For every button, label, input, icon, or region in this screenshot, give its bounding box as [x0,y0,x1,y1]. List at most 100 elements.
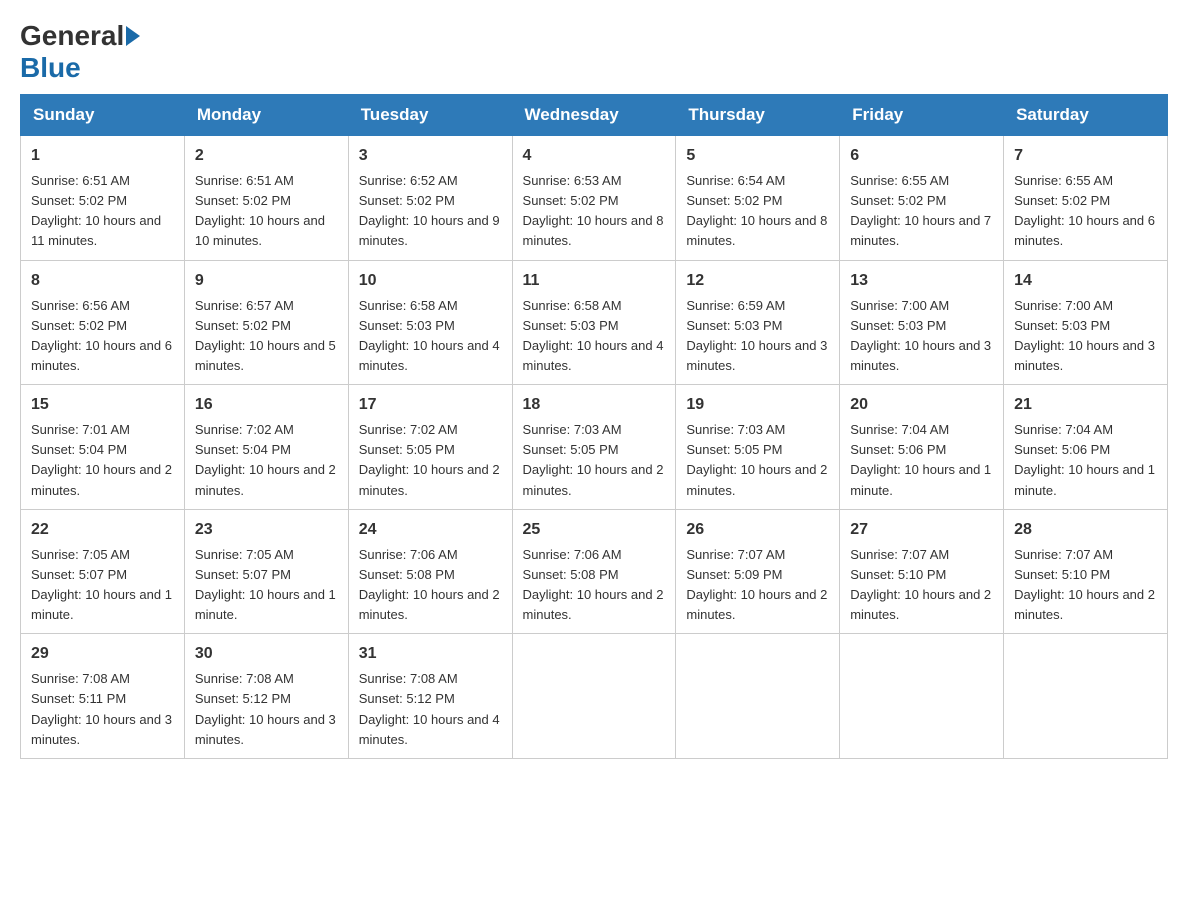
day-number: 22 [31,518,174,542]
calendar-cell: 22 Sunrise: 7:05 AMSunset: 5:07 PMDayligh… [21,509,185,634]
day-info: Sunrise: 7:04 AMSunset: 5:06 PMDaylight:… [850,420,993,501]
calendar-cell: 9Sunrise: 6:57 AMSunset: 5:02 PMDaylight… [184,260,348,385]
calendar-cell: 1 Sunrise: 6:51 AMSunset: 5:02 PMDaylight… [21,136,185,261]
day-info: Sunrise: 7:06 AMSunset: 5:08 PMDaylight:… [359,545,502,626]
day-number: 3 [359,144,502,168]
day-info: Sunrise: 6:59 AMSunset: 5:03 PMDaylight:… [686,296,829,377]
calendar-cell: 29 Sunrise: 7:08 AMSunset: 5:11 PMDayligh… [21,634,185,759]
calendar-cell [512,634,676,759]
day-number: 5 [686,144,829,168]
calendar-cell: 23 Sunrise: 7:05 AMSunset: 5:07 PMDayligh… [184,509,348,634]
calendar-cell: 19Sunrise: 7:03 AMSunset: 5:05 PMDayligh… [676,385,840,510]
day-info: Sunrise: 7:05 AMSunset: 5:07 PMDaylight:… [31,545,174,626]
day-number: 27 [850,518,993,542]
day-number: 31 [359,642,502,666]
calendar-week-5: 29 Sunrise: 7:08 AMSunset: 5:11 PMDayligh… [21,634,1168,759]
day-number: 30 [195,642,338,666]
calendar-cell [840,634,1004,759]
calendar-cell: 6Sunrise: 6:55 AMSunset: 5:02 PMDaylight… [840,136,1004,261]
day-info: Sunrise: 7:08 AMSunset: 5:12 PMDaylight:… [359,669,502,750]
day-info: Sunrise: 7:07 AMSunset: 5:10 PMDaylight:… [1014,545,1157,626]
day-info: Sunrise: 7:02 AMSunset: 5:05 PMDaylight:… [359,420,502,501]
day-info: Sunrise: 6:55 AMSunset: 5:02 PMDaylight:… [1014,171,1157,252]
calendar-cell: 17 Sunrise: 7:02 AMSunset: 5:05 PMDayligh… [348,385,512,510]
col-header-monday: Monday [184,95,348,136]
calendar-week-1: 1 Sunrise: 6:51 AMSunset: 5:02 PMDaylight… [21,136,1168,261]
day-number: 26 [686,518,829,542]
calendar-cell: 25 Sunrise: 7:06 AMSunset: 5:08 PMDayligh… [512,509,676,634]
day-info: Sunrise: 7:07 AMSunset: 5:10 PMDaylight:… [850,545,993,626]
calendar-cell: 16 Sunrise: 7:02 AMSunset: 5:04 PMDayligh… [184,385,348,510]
day-info: Sunrise: 6:52 AMSunset: 5:02 PMDaylight:… [359,171,502,252]
day-number: 21 [1014,393,1157,417]
day-info: Sunrise: 6:51 AMSunset: 5:02 PMDaylight:… [31,171,174,252]
calendar-cell: 26 Sunrise: 7:07 AMSunset: 5:09 PMDayligh… [676,509,840,634]
calendar-cell: 12 Sunrise: 6:59 AMSunset: 5:03 PMDayligh… [676,260,840,385]
calendar-cell: 5 Sunrise: 6:54 AMSunset: 5:02 PMDaylight… [676,136,840,261]
calendar-cell [676,634,840,759]
day-number: 4 [523,144,666,168]
calendar-cell: 13 Sunrise: 7:00 AMSunset: 5:03 PMDayligh… [840,260,1004,385]
calendar-cell: 20 Sunrise: 7:04 AMSunset: 5:06 PMDayligh… [840,385,1004,510]
day-info: Sunrise: 7:06 AMSunset: 5:08 PMDaylight:… [523,545,666,626]
logo-arrow-icon [126,26,140,46]
day-number: 13 [850,269,993,293]
day-number: 20 [850,393,993,417]
day-info: Sunrise: 7:01 AMSunset: 5:04 PMDaylight:… [31,420,174,501]
logo: General Blue [20,20,142,84]
day-info: Sunrise: 6:51 AMSunset: 5:02 PMDaylight:… [195,171,338,252]
calendar-cell: 15 Sunrise: 7:01 AMSunset: 5:04 PMDayligh… [21,385,185,510]
calendar-cell: 24 Sunrise: 7:06 AMSunset: 5:08 PMDayligh… [348,509,512,634]
calendar-cell [1004,634,1168,759]
day-info: Sunrise: 7:08 AMSunset: 5:12 PMDaylight:… [195,669,338,750]
day-info: Sunrise: 6:56 AMSunset: 5:02 PMDaylight:… [31,296,174,377]
logo-blue-text: Blue [20,52,81,84]
calendar-cell: 11Sunrise: 6:58 AMSunset: 5:03 PMDayligh… [512,260,676,385]
col-header-tuesday: Tuesday [348,95,512,136]
day-number: 1 [31,144,174,168]
day-info: Sunrise: 6:57 AMSunset: 5:02 PMDaylight:… [195,296,338,377]
day-number: 24 [359,518,502,542]
day-number: 6 [850,144,993,168]
day-number: 11 [523,269,666,293]
day-number: 23 [195,518,338,542]
calendar-cell: 31 Sunrise: 7:08 AMSunset: 5:12 PMDayligh… [348,634,512,759]
day-number: 8 [31,269,174,293]
calendar-week-3: 15 Sunrise: 7:01 AMSunset: 5:04 PMDayligh… [21,385,1168,510]
day-number: 15 [31,393,174,417]
day-number: 17 [359,393,502,417]
day-info: Sunrise: 7:03 AMSunset: 5:05 PMDaylight:… [523,420,666,501]
day-number: 25 [523,518,666,542]
calendar-header-row: SundayMondayTuesdayWednesdayThursdayFrid… [21,95,1168,136]
calendar-cell: 28Sunrise: 7:07 AMSunset: 5:10 PMDayligh… [1004,509,1168,634]
day-info: Sunrise: 7:07 AMSunset: 5:09 PMDaylight:… [686,545,829,626]
page-header: General Blue [20,20,1168,84]
calendar-week-2: 8 Sunrise: 6:56 AMSunset: 5:02 PMDaylight… [21,260,1168,385]
day-info: Sunrise: 6:53 AMSunset: 5:02 PMDaylight:… [523,171,666,252]
calendar-cell: 2Sunrise: 6:51 AMSunset: 5:02 PMDaylight… [184,136,348,261]
calendar-week-4: 22 Sunrise: 7:05 AMSunset: 5:07 PMDayligh… [21,509,1168,634]
day-info: Sunrise: 7:00 AMSunset: 5:03 PMDaylight:… [850,296,993,377]
day-number: 7 [1014,144,1157,168]
logo-general-text: General [20,20,124,52]
calendar-cell: 18 Sunrise: 7:03 AMSunset: 5:05 PMDayligh… [512,385,676,510]
calendar-cell: 27 Sunrise: 7:07 AMSunset: 5:10 PMDayligh… [840,509,1004,634]
day-info: Sunrise: 7:04 AMSunset: 5:06 PMDaylight:… [1014,420,1157,501]
day-number: 19 [686,393,829,417]
day-info: Sunrise: 6:54 AMSunset: 5:02 PMDaylight:… [686,171,829,252]
day-number: 29 [31,642,174,666]
day-number: 16 [195,393,338,417]
day-info: Sunrise: 7:08 AMSunset: 5:11 PMDaylight:… [31,669,174,750]
day-number: 12 [686,269,829,293]
day-number: 18 [523,393,666,417]
calendar-cell: 10Sunrise: 6:58 AMSunset: 5:03 PMDayligh… [348,260,512,385]
col-header-friday: Friday [840,95,1004,136]
calendar-cell: 4 Sunrise: 6:53 AMSunset: 5:02 PMDaylight… [512,136,676,261]
calendar-cell: 21 Sunrise: 7:04 AMSunset: 5:06 PMDayligh… [1004,385,1168,510]
day-number: 10 [359,269,502,293]
calendar-cell: 8 Sunrise: 6:56 AMSunset: 5:02 PMDaylight… [21,260,185,385]
day-info: Sunrise: 7:00 AMSunset: 5:03 PMDaylight:… [1014,296,1157,377]
calendar-cell: 30 Sunrise: 7:08 AMSunset: 5:12 PMDayligh… [184,634,348,759]
day-info: Sunrise: 7:02 AMSunset: 5:04 PMDaylight:… [195,420,338,501]
day-info: Sunrise: 7:05 AMSunset: 5:07 PMDaylight:… [195,545,338,626]
